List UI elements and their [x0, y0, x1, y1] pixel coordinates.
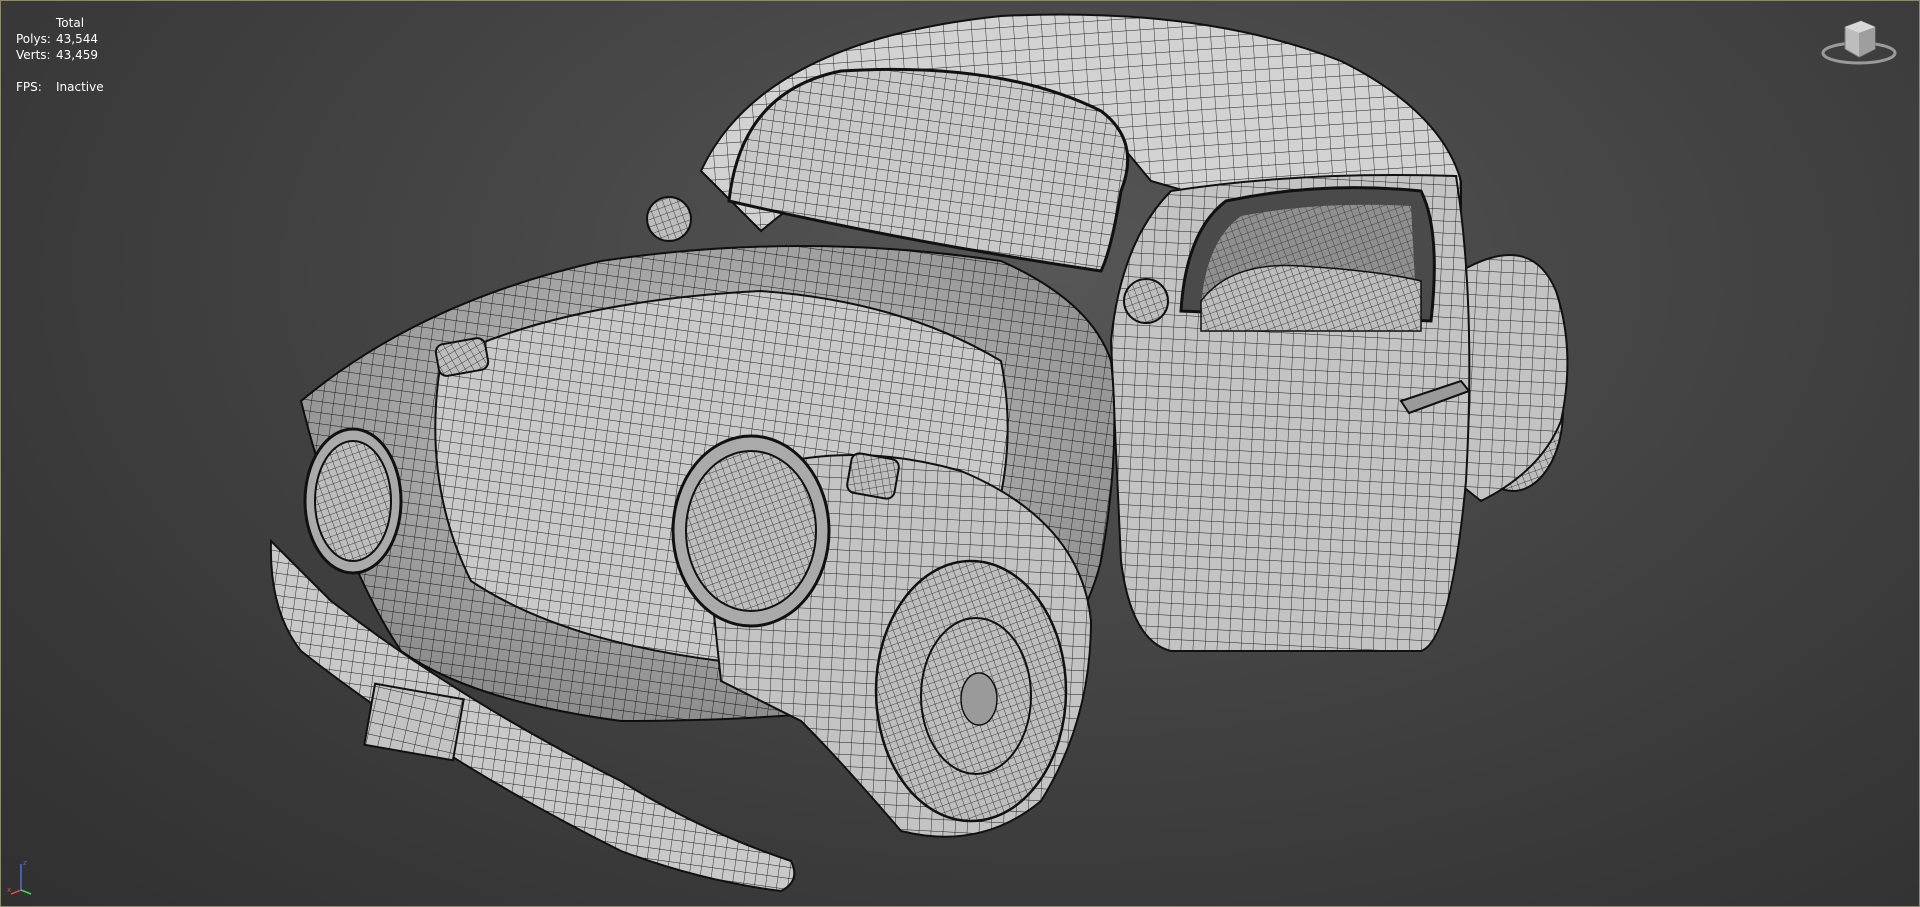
- 3d-viewport[interactable]: Total Polys: 43,544 Verts: 43,459 FPS: I…: [0, 0, 1920, 907]
- windshield: [727, 67, 1130, 273]
- turn-signal-right: [846, 452, 900, 500]
- fps-value: Inactive: [56, 80, 104, 94]
- headlight-left: [303, 427, 403, 575]
- viewport-statistics: Total Polys: 43,544 Verts: 43,459 FPS: I…: [16, 15, 104, 95]
- viewcube-icon[interactable]: [1819, 13, 1899, 73]
- front-wheel: [874, 559, 1068, 823]
- verts-value: 43,459: [56, 48, 98, 62]
- headlight-right: [671, 434, 831, 628]
- stats-header: Total: [56, 16, 85, 30]
- verts-label: Verts:: [16, 48, 51, 62]
- svg-text:x: x: [7, 886, 11, 894]
- seat: [1200, 264, 1422, 332]
- polys-value: 43,544: [56, 32, 98, 46]
- mirror-left: [646, 196, 692, 242]
- svg-text:z: z: [23, 859, 27, 867]
- car-wireframe-model[interactable]: [1, 1, 1920, 907]
- polys-label: Polys:: [16, 32, 51, 46]
- mirror-right: [1123, 278, 1169, 324]
- fps-label: FPS:: [16, 80, 42, 94]
- axis-tripod-icon: z x: [7, 859, 32, 895]
